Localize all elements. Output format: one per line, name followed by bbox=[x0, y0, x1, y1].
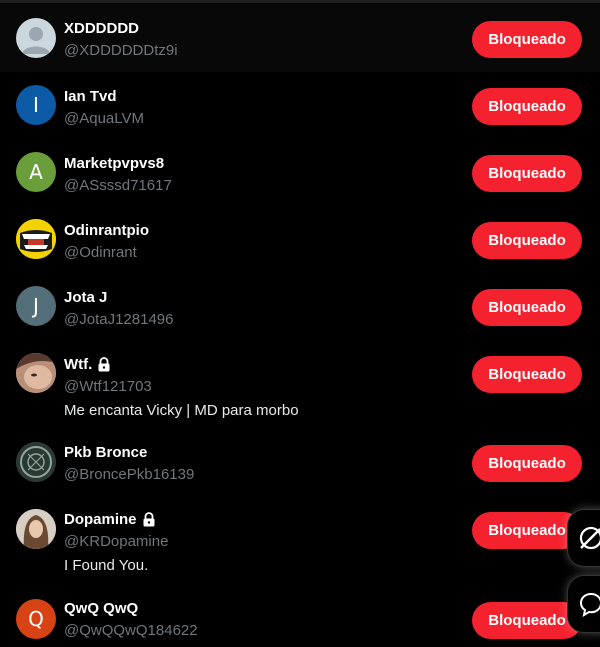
photo-avatar-icon bbox=[16, 353, 56, 393]
avatar[interactable] bbox=[16, 353, 56, 393]
user-name[interactable]: Wtf. bbox=[64, 356, 111, 373]
user-name-text[interactable]: Wtf. bbox=[64, 356, 92, 373]
user-name-text[interactable]: XDDDDDD bbox=[64, 20, 139, 37]
grok-icon bbox=[579, 526, 600, 550]
photo-avatar-icon bbox=[16, 509, 56, 549]
user-handle: @Odinrant bbox=[64, 244, 137, 261]
user-name-text[interactable]: Ian Tvd bbox=[64, 88, 117, 105]
blocked-button[interactable]: Bloqueado bbox=[472, 356, 582, 393]
user-handle: @KRDopamine bbox=[64, 533, 169, 550]
user-handle: @JotaJ1281496 bbox=[64, 311, 174, 328]
emblem-avatar-icon bbox=[16, 442, 56, 482]
default-profile-icon bbox=[22, 27, 50, 54]
user-handle: @QwQQwQ184622 bbox=[64, 622, 198, 639]
avatar[interactable]: J bbox=[16, 286, 56, 326]
user-handle: @BroncePkb16139 bbox=[64, 466, 195, 483]
user-row[interactable]: I Ian Tvd @AquaLVM Bloqueado bbox=[0, 72, 600, 139]
user-row[interactable]: Odinrantpio @Odinrant Bloqueado bbox=[0, 206, 600, 273]
avatar[interactable]: A bbox=[16, 152, 56, 192]
user-name[interactable]: XDDDDDD bbox=[64, 20, 139, 37]
user-row[interactable]: J Jota J @JotaJ1281496 Bloqueado bbox=[0, 273, 600, 340]
blocked-button[interactable]: Bloqueado bbox=[472, 222, 582, 259]
user-name-text[interactable]: Odinrantpio bbox=[64, 222, 149, 239]
blocked-button[interactable]: Bloqueado bbox=[472, 512, 582, 549]
user-handle: @AquaLVM bbox=[64, 110, 144, 127]
user-row[interactable]: Dopamine @KRDopamine I Found You. Bloque… bbox=[0, 497, 600, 587]
grok-button[interactable] bbox=[568, 510, 600, 566]
user-row[interactable]: Q QwQ QwQ @QwQQwQ184622 Bloqueado bbox=[0, 587, 600, 647]
user-row[interactable]: A Marketpvpvs8 @ASsssd71617 Bloqueado bbox=[0, 139, 600, 206]
user-handle: @Wtf121703 bbox=[64, 378, 152, 395]
user-name-text[interactable]: Dopamine bbox=[64, 511, 137, 528]
user-bio: Me encanta Vicky | MD para morbo bbox=[64, 402, 299, 419]
avatar[interactable]: I bbox=[16, 85, 56, 125]
mouth-avatar-icon bbox=[16, 219, 56, 259]
messages-button[interactable] bbox=[568, 576, 600, 632]
user-name-text[interactable]: Marketpvpvs8 bbox=[64, 155, 164, 172]
user-row[interactable]: Wtf. @Wtf121703 Me encanta Vicky | MD pa… bbox=[0, 340, 600, 430]
blocked-accounts-list: XDDDDDD @XDDDDDDtz9i Bloqueado I Ian Tvd… bbox=[0, 4, 600, 647]
lock-icon bbox=[98, 357, 110, 372]
chat-bubble-icon bbox=[579, 592, 600, 617]
avatar[interactable]: Q bbox=[16, 599, 56, 639]
avatar-letter: J bbox=[33, 294, 39, 318]
avatar[interactable] bbox=[16, 509, 56, 549]
user-handle: @ASsssd71617 bbox=[64, 177, 172, 194]
user-bio: I Found You. bbox=[64, 557, 149, 574]
user-name[interactable]: Pkb Bronce bbox=[64, 444, 147, 461]
blocked-button[interactable]: Bloqueado bbox=[472, 445, 582, 482]
lock-icon bbox=[143, 512, 155, 527]
user-name[interactable]: Dopamine bbox=[64, 511, 156, 528]
user-name[interactable]: QwQ QwQ bbox=[64, 600, 138, 617]
user-name-text[interactable]: Jota J bbox=[64, 289, 107, 306]
user-handle: @XDDDDDDtz9i bbox=[64, 42, 178, 59]
avatar-letter: I bbox=[33, 93, 39, 117]
blocked-button[interactable]: Bloqueado bbox=[472, 289, 582, 326]
avatar[interactable] bbox=[16, 219, 56, 259]
blocked-button[interactable]: Bloqueado bbox=[472, 602, 582, 639]
user-name[interactable]: Ian Tvd bbox=[64, 88, 117, 105]
blocked-button[interactable]: Bloqueado bbox=[472, 21, 582, 58]
blocked-button[interactable]: Bloqueado bbox=[472, 155, 582, 192]
avatar[interactable] bbox=[16, 442, 56, 482]
avatar-letter: A bbox=[29, 160, 43, 184]
user-name-text[interactable]: Pkb Bronce bbox=[64, 444, 147, 461]
user-name-text[interactable]: QwQ QwQ bbox=[64, 600, 138, 617]
user-row[interactable]: Pkb Bronce @BroncePkb16139 Bloqueado bbox=[0, 430, 600, 497]
top-divider bbox=[0, 0, 600, 3]
avatar-letter: Q bbox=[28, 607, 44, 631]
avatar[interactable] bbox=[16, 18, 56, 58]
user-name[interactable]: Jota J bbox=[64, 289, 107, 306]
blocked-button[interactable]: Bloqueado bbox=[472, 88, 582, 125]
user-name[interactable]: Odinrantpio bbox=[64, 222, 149, 239]
user-row[interactable]: XDDDDDD @XDDDDDDtz9i Bloqueado bbox=[0, 4, 600, 72]
user-name[interactable]: Marketpvpvs8 bbox=[64, 155, 164, 172]
